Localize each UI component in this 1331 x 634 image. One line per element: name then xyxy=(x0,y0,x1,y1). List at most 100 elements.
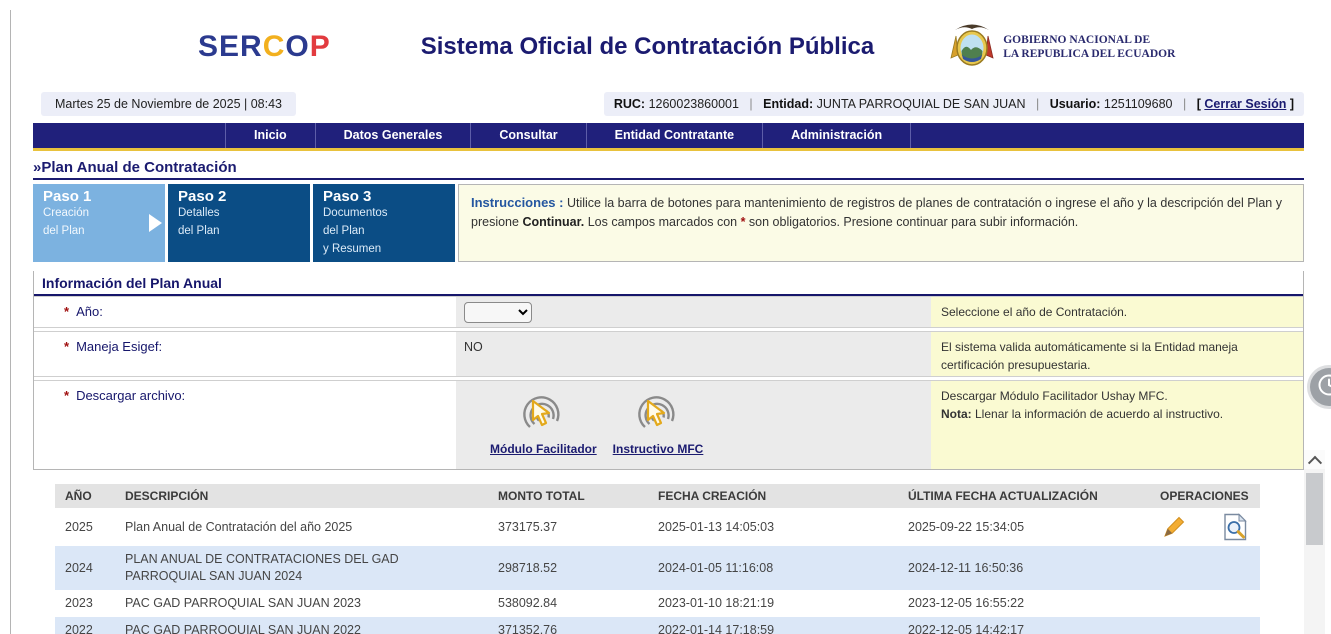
esigef-hint: El sistema valida automáticamente si la … xyxy=(931,332,1303,376)
ano-label: *Año: xyxy=(34,297,456,327)
cell-descripcion: PAC GAD PARROQUIAL SAN JUAN 2023 xyxy=(115,590,488,617)
ruc-label: RUC: xyxy=(614,97,645,111)
chevron-up-icon xyxy=(1307,455,1321,469)
logo-swirl: C xyxy=(263,30,286,63)
government-name: GOBIERNO NACIONAL DE LA REPUBLICA DEL EC… xyxy=(1003,33,1175,62)
table-row: 2024PLAN ANUAL DE CONTRATACIONES DEL GAD… xyxy=(55,546,1260,590)
cell-ano: 2023 xyxy=(55,590,115,617)
view-plan-button[interactable] xyxy=(1223,513,1248,541)
nav-item-datos-generales[interactable]: Datos Generales xyxy=(316,123,472,148)
cell-descripcion: PAC GAD PARROQUIAL SAN JUAN 2022 xyxy=(115,617,488,634)
cell-actualizacion: 2023-12-05 16:55:22 xyxy=(898,590,1150,617)
download-cursor-icon xyxy=(520,391,566,440)
session-info: RUC: 1260023860001 | Entidad: JUNTA PARR… xyxy=(604,92,1304,116)
ruc-value: 1260023860001 xyxy=(649,97,739,111)
scrollbar-thumb[interactable] xyxy=(1306,473,1323,545)
nav-bar: InicioDatos GeneralesConsultarEntidad Co… xyxy=(33,123,1304,151)
cell-descripcion: PLAN ANUAL DE CONTRATACIONES DEL GAD PAR… xyxy=(115,546,488,590)
government-logo: GOBIERNO NACIONAL DE LA REPUBLICA DEL EC… xyxy=(949,20,1175,75)
step-line: y Resumen xyxy=(323,241,447,259)
form-row-descarga: *Descargar archivo: xyxy=(34,380,1303,469)
history-clock-widget[interactable] xyxy=(1307,365,1331,409)
page-left-border xyxy=(10,10,11,634)
esigef-value: NO xyxy=(456,332,931,376)
edit-plan-button[interactable] xyxy=(1160,514,1187,540)
cell-creacion: 2025-01-13 14:05:03 xyxy=(648,508,898,546)
cell-operaciones xyxy=(1150,617,1260,634)
plans-table: AÑODESCRIPCIÓNMONTO TOTALFECHA CREACIÓNÚ… xyxy=(55,484,1260,634)
ano-select[interactable] xyxy=(464,302,532,323)
step-3[interactable]: Paso 3Documentosdel Plany Resumen xyxy=(313,184,455,262)
ecuador-crest-icon xyxy=(949,20,995,75)
step-title: Paso 2 xyxy=(178,188,302,205)
table-header-row: AÑODESCRIPCIÓNMONTO TOTALFECHA CREACIÓNÚ… xyxy=(55,484,1260,508)
instructivo-mfc-link[interactable]: Instructivo MFC xyxy=(613,442,704,456)
step-2[interactable]: Paso 2Detallesdel Plan xyxy=(168,184,310,262)
user-value: 1251109680 xyxy=(1104,97,1173,111)
step-title: Paso 1 xyxy=(43,188,157,205)
step-line: Detalles xyxy=(178,205,302,223)
cell-ano: 2022 xyxy=(55,617,115,634)
cell-ano: 2024 xyxy=(55,546,115,590)
step-line: Creación xyxy=(43,205,157,223)
column-header: DESCRIPCIÓN xyxy=(115,484,488,508)
ano-hint: Seleccione el año de Contratación. xyxy=(931,297,1303,327)
nav-item-inicio[interactable]: Inicio xyxy=(225,123,316,148)
step-line: del Plan xyxy=(323,223,447,241)
app-title: Sistema Oficial de Contratación Pública xyxy=(421,33,874,61)
cell-descripcion: Plan Anual de Contratación del año 2025 xyxy=(115,508,488,546)
logo-text: SER xyxy=(198,30,263,63)
page-root: SERCOP Sistema Oficial de Contratación P… xyxy=(0,0,1331,634)
instructions-label: Instrucciones : xyxy=(471,195,563,210)
required-asterisk: * xyxy=(64,388,69,403)
cell-creacion: 2022-01-14 17:18:59 xyxy=(648,617,898,634)
modulo-facilitador-download[interactable]: Módulo Facilitador xyxy=(490,391,597,456)
steps-container: Paso 1Creacióndel PlanPaso 2Detallesdel … xyxy=(33,184,458,262)
step-title: Paso 3 xyxy=(323,188,447,205)
form-row-esigef: *Maneja Esigef: NO El sistema valida aut… xyxy=(34,331,1303,377)
step-line: del Plan xyxy=(43,223,157,241)
descarga-hint: Descargar Módulo Facilitador Ushay MFC. … xyxy=(931,381,1303,469)
cell-operaciones xyxy=(1150,590,1260,617)
cell-actualizacion: 2025-09-22 15:34:05 xyxy=(898,508,1150,546)
cell-operaciones xyxy=(1150,508,1260,546)
nav-item-entidad-contratante[interactable]: Entidad Contratante xyxy=(587,123,763,148)
cell-monto: 371352.76 xyxy=(488,617,648,634)
download-links: Módulo Facilitador I xyxy=(464,385,931,456)
app-header: SERCOP Sistema Oficial de Contratación P… xyxy=(33,0,1304,90)
session-bar: Martes 25 de Noviembre de 2025 | 08:43 R… xyxy=(33,92,1304,116)
wizard-section: Paso 1Creacióndel PlanPaso 2Detallesdel … xyxy=(33,184,1304,262)
table-body: 2025Plan Anual de Contratación del año 2… xyxy=(55,508,1260,634)
cell-monto: 538092.84 xyxy=(488,590,648,617)
plans-table-section: AÑODESCRIPCIÓNMONTO TOTALFECHA CREACIÓNÚ… xyxy=(33,484,1304,634)
plan-info-section: Información del Plan Anual *Año: Selecci… xyxy=(33,271,1304,470)
step-1[interactable]: Paso 1Creacióndel Plan xyxy=(33,184,165,262)
column-header: MONTO TOTAL xyxy=(488,484,648,508)
cell-monto: 298718.52 xyxy=(488,546,648,590)
required-asterisk: * xyxy=(64,339,69,354)
esigef-label: *Maneja Esigef: xyxy=(34,332,456,376)
form-row-ano: *Año: Seleccione el año de Contratación. xyxy=(34,296,1303,328)
step-line: del Plan xyxy=(178,223,302,241)
user-label: Usuario: xyxy=(1050,97,1101,111)
descarga-label: *Descargar archivo: xyxy=(34,381,456,469)
logout-link[interactable]: Cerrar Sesión xyxy=(1204,97,1286,111)
datetime-label: Martes 25 de Noviembre de 2025 | 08:43 xyxy=(41,92,296,116)
step-line: Documentos xyxy=(323,205,447,223)
instructions-box: Instrucciones : Utilice la barra de boto… xyxy=(458,184,1304,262)
nav-item-consultar[interactable]: Consultar xyxy=(471,123,586,148)
scroll-up-button[interactable] xyxy=(1304,450,1325,469)
table-scrollbar[interactable] xyxy=(1304,450,1325,634)
section-title: Información del Plan Anual xyxy=(34,271,1303,296)
table-row: 2022PAC GAD PARROQUIAL SAN JUAN 20223713… xyxy=(55,617,1260,634)
nav-item-administración[interactable]: Administración xyxy=(763,123,911,148)
entity-value: JUNTA PARROQUIAL DE SAN JUAN xyxy=(817,97,1026,111)
column-header: OPERACIONES xyxy=(1150,484,1260,508)
instructivo-mfc-download[interactable]: Instructivo MFC xyxy=(613,391,704,456)
modulo-facilitador-link[interactable]: Módulo Facilitador xyxy=(490,442,597,456)
required-asterisk: * xyxy=(64,304,69,319)
download-cursor-icon xyxy=(635,391,681,440)
cell-operaciones xyxy=(1150,546,1260,590)
entity-label: Entidad: xyxy=(763,97,813,111)
cell-ano: 2025 xyxy=(55,508,115,546)
